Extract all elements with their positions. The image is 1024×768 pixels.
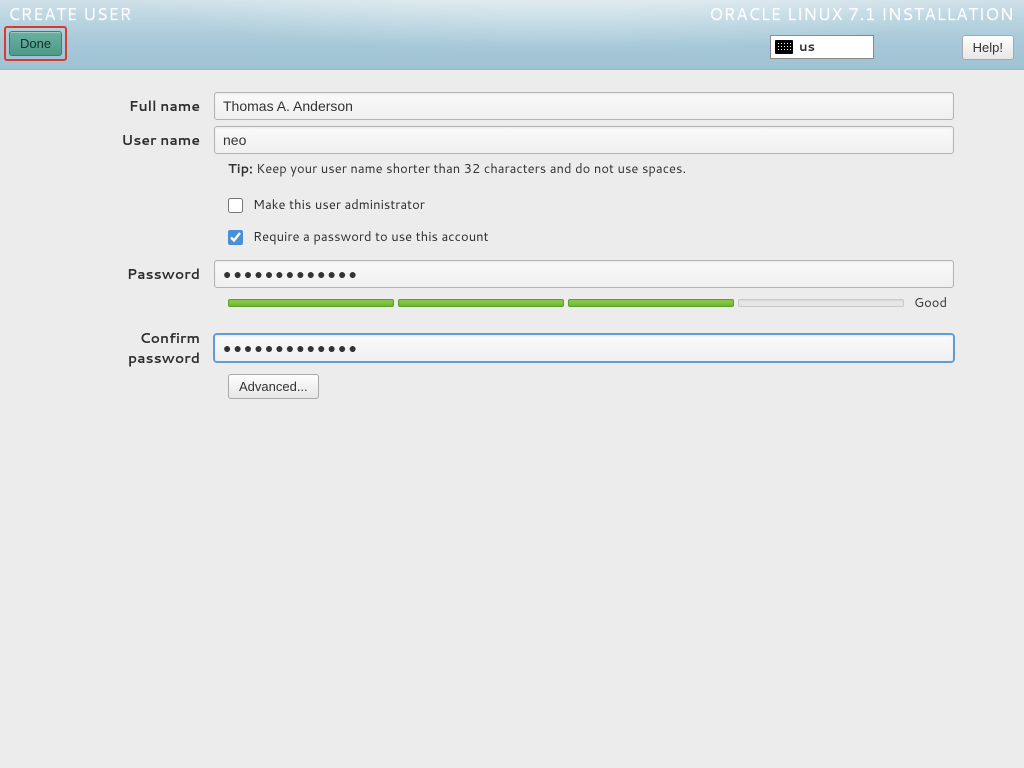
tip-text: Keep your user name shorter than 32 char… — [253, 160, 686, 178]
fullname-label: Full name — [70, 96, 214, 116]
password-label: Password — [70, 264, 214, 284]
fullname-input[interactable] — [214, 92, 954, 120]
require-password-checkbox[interactable] — [228, 230, 243, 245]
keyboard-icon — [775, 40, 793, 54]
password-input[interactable] — [214, 260, 954, 288]
strength-seg-3 — [568, 299, 734, 307]
done-button[interactable]: Done — [9, 31, 62, 56]
username-input[interactable] — [214, 126, 954, 154]
tip-prefix: Tip: — [228, 160, 253, 178]
password-strength-text: Good — [914, 294, 954, 312]
product-title: ORACLE LINUX 7.1 INSTALLATION — [709, 2, 1014, 26]
admin-checkbox[interactable] — [228, 198, 243, 213]
create-user-form: Full name User name Tip: Keep your user … — [0, 70, 1024, 399]
help-button[interactable]: Help! — [962, 35, 1014, 60]
strength-seg-1 — [228, 299, 394, 307]
advanced-button[interactable]: Advanced... — [228, 374, 319, 399]
username-tip: Tip: Keep your user name shorter than 32… — [228, 160, 954, 178]
strength-seg-2 — [398, 299, 564, 307]
header-banner: CREATE USER ORACLE LINUX 7.1 INSTALLATIO… — [0, 0, 1024, 70]
screen-title: CREATE USER — [8, 2, 132, 26]
done-button-highlight: Done — [4, 26, 67, 61]
confirm-password-label: Confirm password — [70, 328, 214, 368]
keyboard-layout-indicator[interactable]: us — [770, 35, 874, 59]
admin-checkbox-label[interactable]: Make this user administrator — [253, 196, 425, 214]
require-password-label[interactable]: Require a password to use this account — [253, 228, 489, 246]
confirm-password-input[interactable] — [214, 334, 954, 362]
password-strength-meter — [228, 299, 904, 307]
strength-seg-4 — [738, 299, 904, 307]
keyboard-layout-text: us — [799, 38, 815, 56]
username-label: User name — [70, 130, 214, 150]
